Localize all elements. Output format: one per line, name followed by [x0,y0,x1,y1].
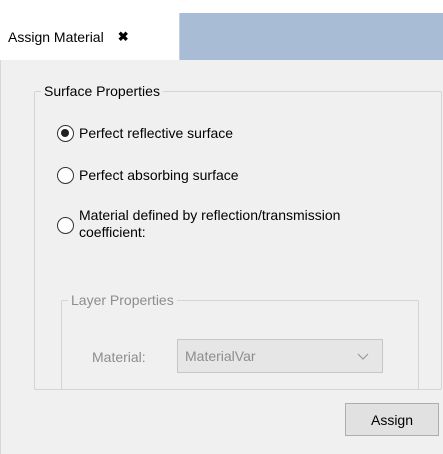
tab-assign-material[interactable]: Assign Material ✖ [0,13,180,60]
tab-label: Assign Material [8,28,104,45]
close-icon[interactable]: ✖ [118,30,129,43]
assign-material-window: Assign Material ✖ Surface Properties Per… [0,0,443,454]
layer-properties-group: Layer Properties Material: MaterialVar [61,292,419,390]
material-select-value: MaterialVar [185,348,256,364]
material-label: Material: [92,349,146,365]
radio-label: Perfect reflective surface [79,125,234,141]
tab-strip-gap [0,0,443,13]
surface-properties-title: Surface Properties [41,83,163,99]
radio-label: Perfect absorbing surface [79,167,239,183]
assign-button[interactable]: Assign [345,403,439,436]
layer-properties-title: Layer Properties [68,292,177,308]
radio-material-defined[interactable]: Material defined by reflection/transmiss… [57,207,399,241]
material-select[interactable]: MaterialVar [177,339,383,373]
radio-button-icon[interactable] [57,217,74,234]
radio-perfect-reflective[interactable]: Perfect reflective surface [57,125,233,142]
content-pane: Surface Properties Perfect reflective su… [0,60,443,454]
radio-label: Material defined by reflection/transmiss… [79,207,341,240]
radio-perfect-absorbing[interactable]: Perfect absorbing surface [57,167,239,184]
tab-strip: Assign Material ✖ [0,0,443,60]
surface-properties-group: Surface Properties Perfect reflective su… [34,83,442,390]
radio-button-icon[interactable] [57,167,74,184]
chevron-down-icon[interactable] [356,349,370,363]
radio-button-icon[interactable] [57,125,74,142]
